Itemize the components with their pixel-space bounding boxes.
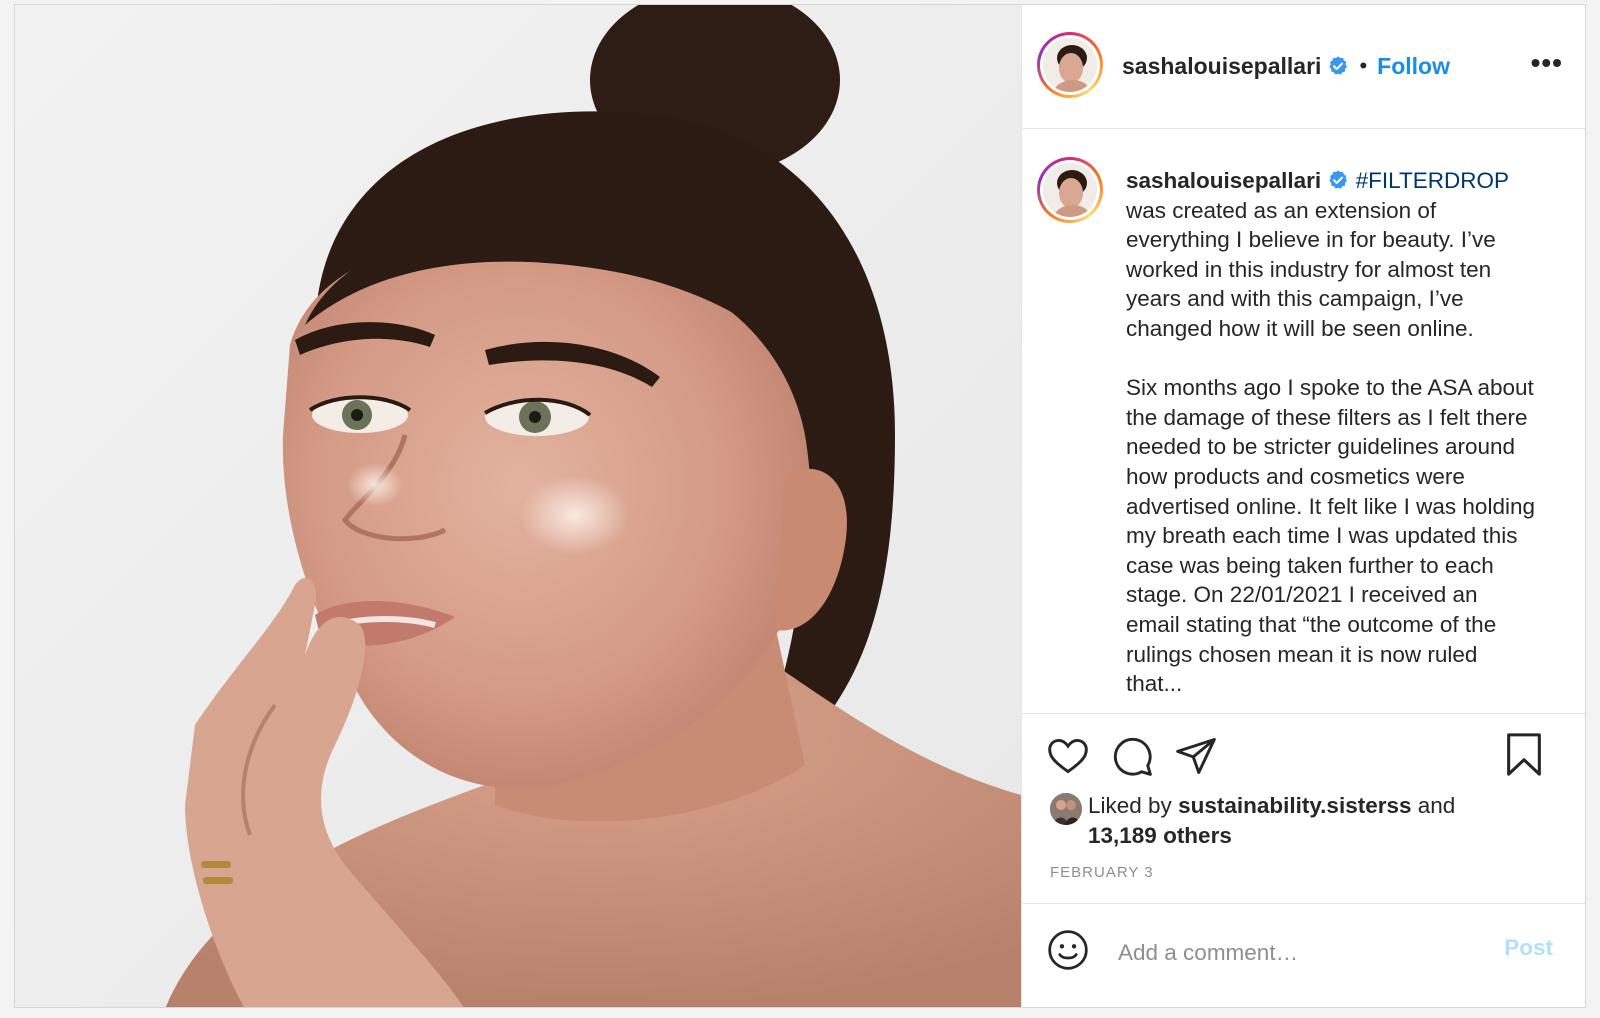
hashtag-link[interactable]: #FILTERDROP — [1356, 168, 1509, 193]
author-username[interactable]: sashalouisepallari — [1122, 53, 1321, 80]
post-date[interactable]: FEBRUARY 3 — [1050, 864, 1154, 881]
post-photo[interactable] — [15, 5, 1021, 1007]
caption-username[interactable]: sashalouisepallari — [1126, 168, 1321, 193]
portrait-image — [15, 5, 1021, 1007]
comment-icon[interactable] — [1110, 734, 1154, 778]
post-header: sashalouisepallari • Follow ••• — [1022, 5, 1585, 129]
liker-username[interactable]: sustainability.sisterss — [1178, 793, 1411, 818]
separator-dot: • — [1359, 53, 1368, 78]
liker-avatar[interactable] — [1050, 793, 1082, 825]
verified-badge-icon — [1329, 170, 1348, 189]
post-actions: Liked by sustainability.sisterss and 13,1… — [1022, 713, 1585, 903]
caption-avatar[interactable] — [1037, 157, 1103, 223]
likes-prefix: Liked by — [1088, 793, 1179, 818]
author-avatar[interactable] — [1037, 32, 1103, 98]
post-comment-button[interactable]: Post — [1498, 934, 1559, 962]
caption-text: was created as an extension of everythin… — [1126, 197, 1535, 697]
caption-section: sashalouisepallari #FILTERDROP was creat… — [1022, 129, 1585, 713]
more-options-icon[interactable]: ••• — [1531, 49, 1563, 77]
instagram-post: sashalouisepallari • Follow ••• sashalou… — [14, 4, 1586, 1008]
post-caption: sashalouisepallari #FILTERDROP was creat… — [1126, 166, 1536, 699]
likes-middle: and — [1411, 793, 1456, 818]
share-icon[interactable] — [1174, 734, 1218, 778]
heart-icon[interactable] — [1046, 734, 1090, 778]
likes-summary: Liked by sustainability.sisterss and 13,1… — [1050, 791, 1520, 851]
likes-count[interactable]: 13,189 others — [1088, 823, 1232, 848]
comment-input[interactable] — [1116, 932, 1480, 974]
verified-badge-icon — [1329, 56, 1348, 75]
bookmark-icon[interactable] — [1504, 732, 1544, 778]
follow-button[interactable]: Follow — [1377, 53, 1450, 80]
post-side-panel: sashalouisepallari • Follow ••• sashalou… — [1021, 5, 1585, 1007]
emoji-icon[interactable] — [1046, 928, 1090, 972]
header-user-line: sashalouisepallari • Follow — [1122, 49, 1450, 83]
comment-bar: Post — [1022, 903, 1585, 1007]
